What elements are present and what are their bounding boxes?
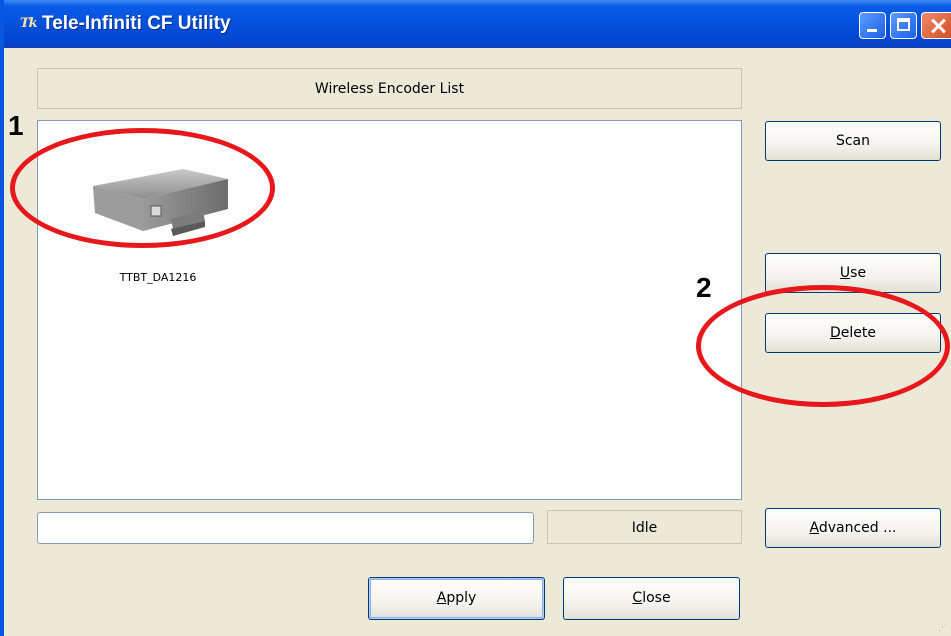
use-label-rest: se xyxy=(850,265,867,281)
advanced-mnemonic: A xyxy=(809,520,819,536)
advanced-label-rest: dvanced ... xyxy=(818,520,897,536)
title-bar[interactable]: Tk Tele-Infiniti CF Utility xyxy=(4,0,951,48)
close-window-button[interactable] xyxy=(921,12,951,39)
window-title: Tele-Infiniti CF Utility xyxy=(42,13,231,34)
close-mnemonic: C xyxy=(632,590,643,606)
list-header: Wireless Encoder List xyxy=(37,68,742,109)
resize-grip[interactable]: ⋰ xyxy=(938,623,948,633)
annotation-circle-2 xyxy=(696,285,950,407)
maximize-button[interactable] xyxy=(890,12,917,39)
close-label-rest: lose xyxy=(642,590,671,606)
use-mnemonic: U xyxy=(839,265,851,281)
apply-label-rest: pply xyxy=(446,590,477,606)
minimize-button[interactable] xyxy=(859,12,886,39)
status-state: Idle xyxy=(547,510,742,544)
list-item-label: TTBT_DA1216 xyxy=(119,271,197,284)
annotation-circle-1 xyxy=(10,128,275,248)
advanced-button[interactable]: Advanced ... xyxy=(765,508,941,548)
apply-mnemonic: A xyxy=(436,590,447,606)
apply-button[interactable]: Apply xyxy=(368,577,545,620)
annotation-number-2: 2 xyxy=(696,272,712,303)
annotation-number-1: 1 xyxy=(8,110,24,141)
status-input[interactable] xyxy=(37,512,534,544)
app-logo-icon: Tk xyxy=(20,16,38,31)
close-button[interactable]: Close xyxy=(563,577,740,620)
scan-button[interactable]: Scan xyxy=(765,121,941,161)
